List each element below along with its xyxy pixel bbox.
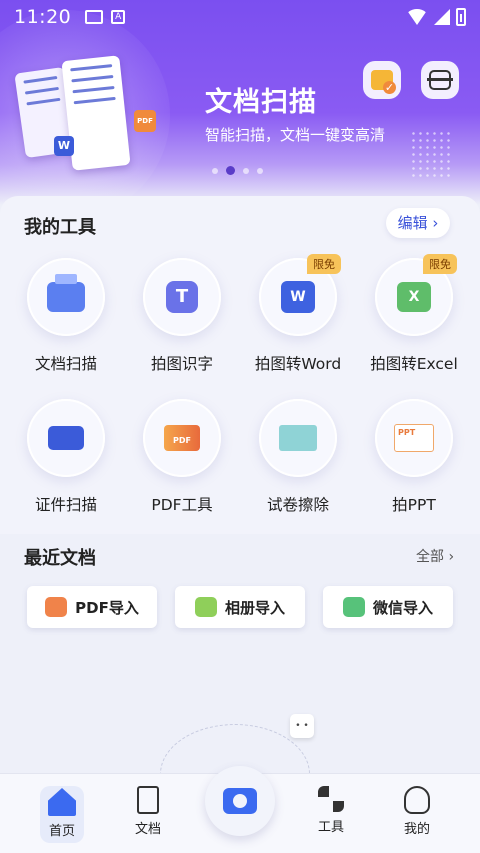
tool-icon-circle: PDF	[143, 399, 221, 477]
free-badge: 限免	[423, 254, 457, 274]
signal-icon	[434, 9, 450, 25]
carousel-indicator	[212, 166, 263, 175]
tool-icon-circle	[27, 258, 105, 336]
album-import-button[interactable]: 相册导入	[175, 586, 305, 628]
tool-to-excel[interactable]: X 限免 拍图转Excel	[355, 254, 473, 388]
tools-card: 我的工具 编辑 › 文档扫描 T 拍图识字 W 限免 拍图转Word X 限免 …	[0, 196, 480, 536]
import-label: 微信导入	[372, 598, 433, 617]
text-recognize-icon: T	[166, 281, 198, 313]
document-icon	[137, 786, 159, 814]
pdf-badge-icon: PDF	[134, 110, 156, 132]
tool-ocr[interactable]: T 拍图识字	[123, 258, 241, 388]
home-icon	[48, 788, 76, 816]
tools-icon	[318, 786, 344, 812]
recent-section-title: 最近文档	[24, 548, 96, 569]
tools-section-title: 我的工具	[24, 217, 96, 238]
tool-label: 拍图识字	[150, 355, 213, 373]
pdf-import-icon	[45, 597, 68, 617]
tool-icon-circle: PPT	[375, 399, 453, 477]
nav-tools[interactable]: 工具	[301, 786, 361, 835]
hero-title: 文档扫描	[205, 87, 317, 118]
user-icon	[404, 786, 430, 814]
tool-icon-circle	[259, 399, 337, 477]
bottom-nav: 首页 文档 工具 我的	[0, 766, 480, 853]
album-import-icon	[194, 597, 217, 617]
tool-label: 证件扫描	[34, 496, 97, 514]
wechat-import-button[interactable]: 微信导入	[323, 586, 453, 628]
decorative-dots	[410, 130, 450, 180]
carousel-dot[interactable]	[212, 167, 218, 174]
tool-pdf[interactable]: PDF PDF工具	[123, 399, 241, 529]
recent-docs-section: 最近文档 全部 › PDF导入 相册导入 微信导入 • •	[0, 534, 480, 824]
hero-subtitle: 智能扫描，文档一键变高清	[205, 126, 386, 144]
free-badge: 限免	[307, 254, 341, 274]
tool-id-scan[interactable]: 证件扫描	[7, 399, 125, 529]
nav-label: 首页	[48, 824, 75, 839]
hero-illustration: W PDF	[12, 55, 162, 178]
view-all-link[interactable]: 全部 ›	[416, 546, 454, 566]
camera-icon	[223, 788, 257, 814]
status-bar: 11:20 A	[0, 0, 480, 34]
tool-label: 试卷擦除	[266, 496, 329, 514]
scan-icon	[427, 70, 453, 90]
word-icon: W	[281, 281, 315, 313]
pdf-import-button[interactable]: PDF导入	[27, 586, 157, 628]
scan-button[interactable]	[421, 61, 459, 99]
tool-ppt[interactable]: PPT 拍PPT	[355, 399, 473, 529]
edit-button[interactable]: 编辑 ›	[386, 208, 450, 238]
wifi-icon	[406, 9, 428, 25]
tool-label: PDF工具	[151, 496, 213, 514]
calendar-check-icon	[371, 70, 396, 94]
word-badge-icon: W	[54, 136, 74, 156]
ppt-icon: PPT	[394, 424, 434, 452]
carousel-dot[interactable]	[243, 167, 249, 174]
test-paper-icon	[279, 425, 317, 451]
tool-icon-circle: X 限免	[375, 254, 457, 336]
excel-icon: X	[397, 282, 431, 312]
tool-to-word[interactable]: W 限免 拍图转Word	[239, 254, 357, 388]
pdf-icon: PDF	[164, 425, 200, 451]
nav-documents[interactable]: 文档	[118, 786, 178, 837]
app-notification-icon: A	[111, 10, 126, 24]
printer-icon	[47, 274, 85, 312]
nav-label: 工具	[317, 820, 344, 835]
tool-test-erase[interactable]: 试卷擦除	[239, 399, 357, 529]
image-notification-icon	[85, 10, 104, 24]
carousel-dot[interactable]	[257, 167, 263, 174]
id-card-icon	[48, 426, 84, 450]
smiley-icon: • •	[290, 714, 314, 738]
tool-doc-scan[interactable]: 文档扫描	[7, 258, 125, 388]
nav-label: 文档	[134, 822, 161, 837]
nav-home[interactable]: 首页	[40, 786, 84, 843]
battery-icon	[456, 8, 466, 26]
tool-label: 拍图转Excel	[370, 355, 458, 373]
tool-icon-circle	[27, 399, 105, 477]
import-label: 相册导入	[224, 598, 285, 617]
status-time: 11:20	[14, 6, 72, 28]
import-label: PDF导入	[75, 598, 139, 617]
tool-icon-circle: W 限免	[259, 254, 341, 336]
nav-profile[interactable]: 我的	[387, 786, 447, 837]
camera-button[interactable]	[205, 766, 275, 836]
tool-label: 拍PPT	[392, 496, 436, 514]
tool-label: 拍图转Word	[254, 355, 342, 373]
checkin-button[interactable]	[363, 61, 401, 99]
wechat-import-icon	[342, 597, 365, 617]
tool-label: 文档扫描	[34, 355, 97, 373]
tool-icon-circle: T	[143, 258, 221, 336]
nav-label: 我的	[403, 822, 430, 837]
carousel-dot-active[interactable]	[226, 166, 235, 175]
